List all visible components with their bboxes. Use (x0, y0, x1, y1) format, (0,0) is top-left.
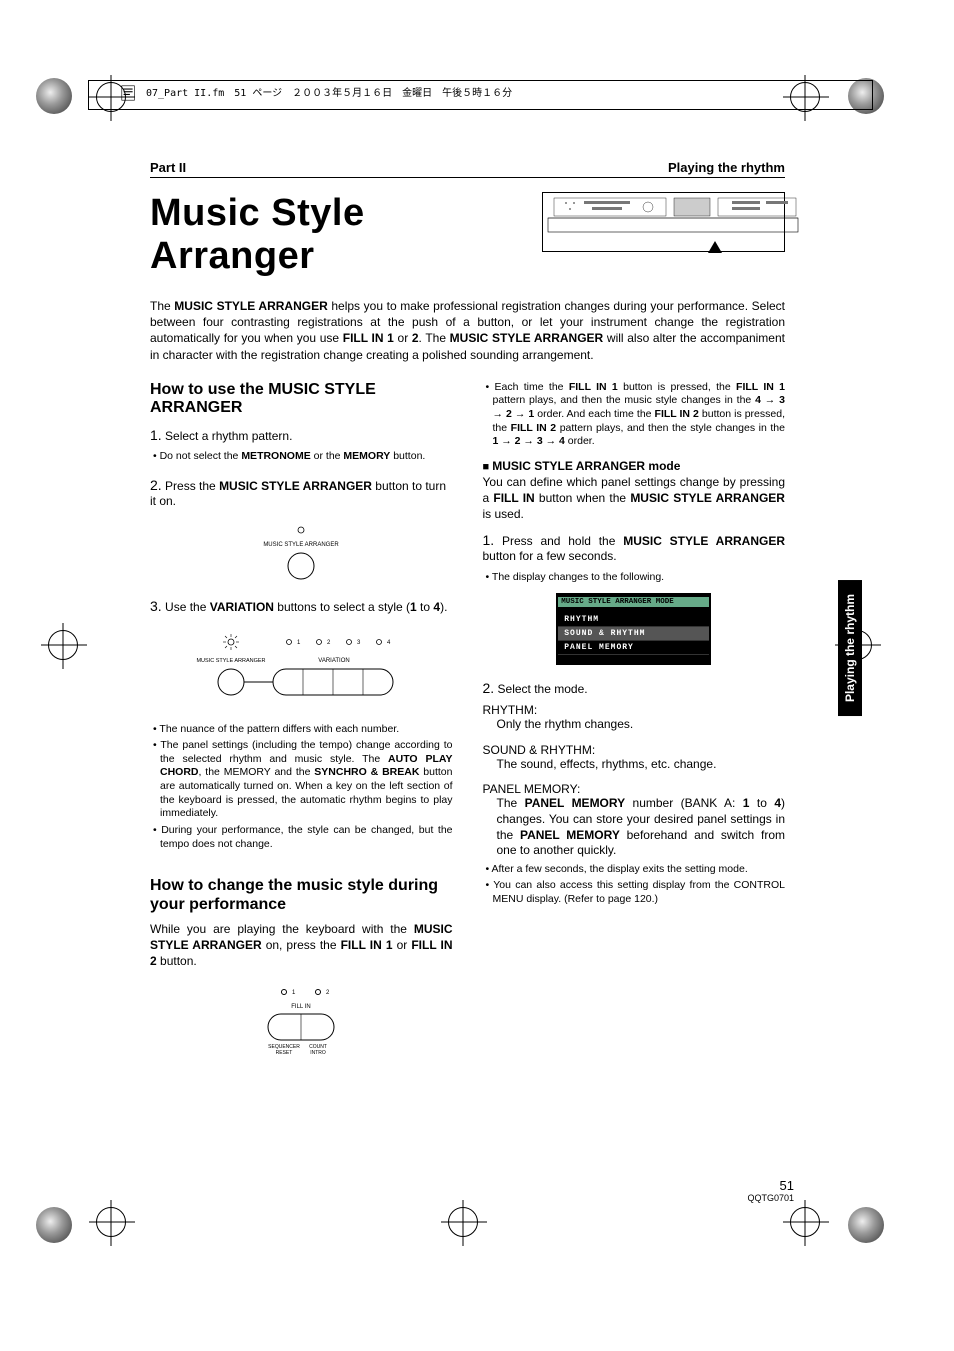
svg-text:3: 3 (357, 640, 361, 646)
keyboard-thumbnail (542, 192, 785, 252)
figure-variation-buttons: 1 2 3 4 MUSIC STYLE ARRANGER VARIATION (150, 630, 453, 713)
slug-line: 07_Part II.fm 51 ページ ２００３年５月１６日 金曜日 午後５時… (120, 84, 512, 102)
svg-text:4: 4 (387, 640, 391, 646)
mode-sound-rhythm: SOUND & RHYTHM: The sound, effects, rhyt… (483, 743, 786, 773)
change-heading: How to change the music style during you… (150, 877, 453, 914)
arrow-up-icon (708, 241, 722, 253)
svg-text:MUSIC STYLE ARRANGER: MUSIC STYLE ARRANGER (197, 658, 266, 664)
howto-heading: How to use the MUSIC STYLE ARRANGER (150, 381, 453, 418)
title-row: Music Style Arranger (150, 192, 785, 278)
display-screenshot: MUSIC STYLE ARRANGER MODE RHYTHM SOUND &… (556, 593, 711, 665)
right-column: Each time the FILL IN 1 button is presse… (483, 381, 786, 1075)
svg-text:INTRO: INTRO (310, 1050, 326, 1056)
mode-panel-memory: PANEL MEMORY: The PANEL MEMORY number (B… (483, 782, 786, 906)
mode-paragraph: You can define which panel settings chan… (483, 475, 786, 523)
part-label: Part II (150, 160, 186, 175)
step-1: 1. Select a rhythm pattern. (150, 426, 453, 445)
crop-ball-br (848, 1207, 884, 1243)
note-tempo: During your performance, the style can b… (150, 824, 453, 851)
svg-text:1: 1 (292, 990, 296, 996)
fig1-label: MUSIC STYLE ARRANGER (264, 542, 340, 548)
left-column: How to use the MUSIC STYLE ARRANGER 1. S… (150, 381, 453, 1075)
svg-text:RESET: RESET (276, 1050, 293, 1056)
step-1-note: Do not select the METRONOME or the MEMOR… (150, 450, 453, 464)
crop-target-icon (48, 630, 78, 660)
crop-ball-tl (36, 78, 72, 114)
tail-note-1: After a few seconds, the display exits t… (483, 863, 786, 877)
crop-ball-bl (36, 1207, 72, 1243)
figure-fillin-buttons: 1 2 FILL IN SEQUENCER RESET COUNT INTRO (150, 984, 453, 1065)
svg-text:1: 1 (297, 640, 301, 646)
fillin-order-note: Each time the FILL IN 1 button is presse… (483, 381, 786, 449)
crop-target-icon (96, 1207, 126, 1237)
tail-note-2: You can also access this setting display… (483, 879, 786, 906)
figure-msa-button: MUSIC STYLE ARRANGER (150, 524, 453, 587)
note-nuance: The nuance of the pattern differs with e… (150, 723, 453, 737)
note-panel-settings: The panel settings (including the tempo)… (150, 739, 453, 821)
header-row: Part II Playing the rhythm (150, 160, 785, 178)
page-number: 51 QQTG0701 (747, 1178, 794, 1203)
crop-target-icon (448, 1207, 478, 1237)
change-paragraph: While you are playing the keyboard with … (150, 922, 453, 970)
svg-text:VARIATION: VARIATION (319, 658, 350, 664)
mode-step-2: 2. Select the mode. (483, 679, 786, 698)
svg-text:2: 2 (327, 640, 331, 646)
intro-paragraph: The MUSIC STYLE ARRANGER helps you to ma… (150, 298, 785, 363)
page-title: Music Style Arranger (150, 192, 512, 278)
step-3: 3. Use the VARIATION buttons to select a… (150, 597, 453, 616)
step-2: 2. Press the MUSIC STYLE ARRANGER button… (150, 476, 453, 510)
svg-text:2: 2 (326, 990, 330, 996)
mode-step-1-note: The display changes to the following. (483, 571, 786, 585)
mode-heading: MUSIC STYLE ARRANGER mode (483, 459, 786, 473)
mode-rhythm: RHYTHM: Only the rhythm changes. (483, 703, 786, 733)
mode-step-1: 1. Press and hold the MUSIC STYLE ARRANG… (483, 531, 786, 565)
page-content: Part II Playing the rhythm Music Style A… (150, 160, 785, 1075)
crop-target-icon (790, 1207, 820, 1237)
side-tab: Playing the rhythm (838, 580, 862, 716)
svg-text:FILL IN: FILL IN (292, 1004, 311, 1010)
section-label: Playing the rhythm (668, 160, 785, 175)
